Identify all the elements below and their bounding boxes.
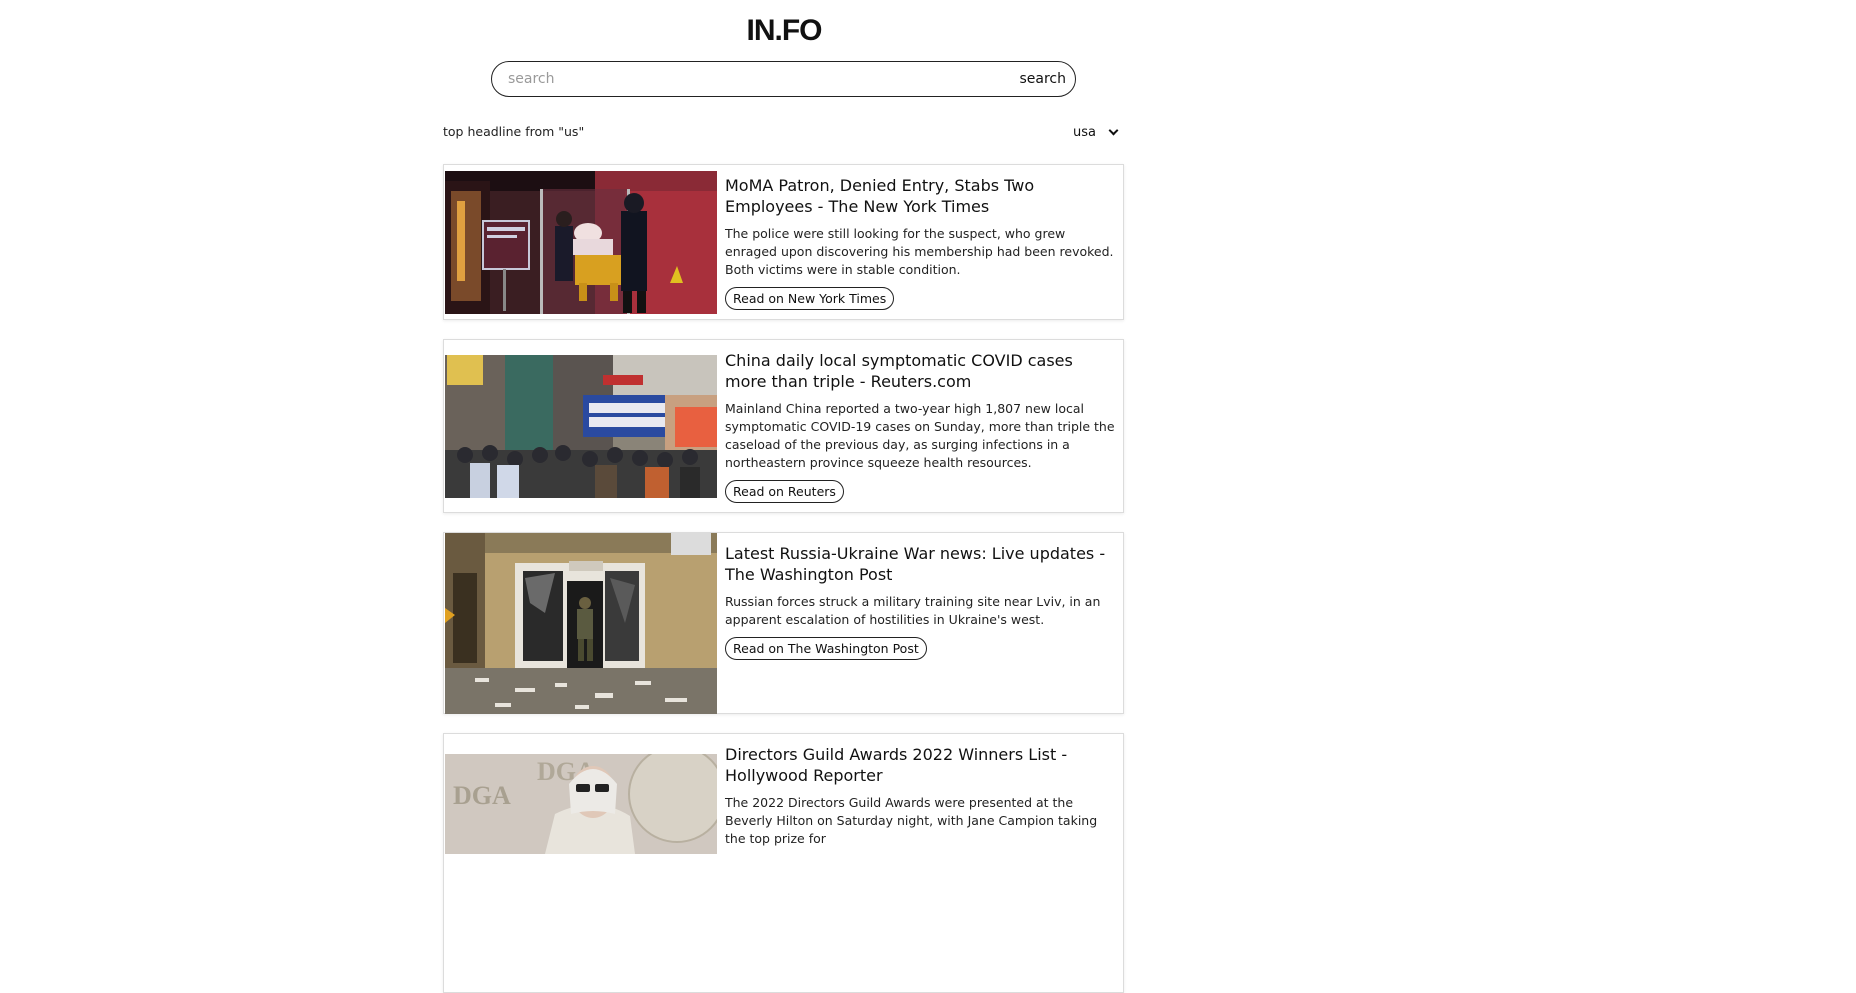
article-body: Directors Guild Awards 2022 Winners List…: [725, 744, 1115, 848]
article-title[interactable]: China daily local symptomatic COVID case…: [725, 350, 1115, 392]
article-card: DGA DGA Directors Guild Awards 2022 Winn…: [443, 733, 1124, 993]
site-logo[interactable]: IN.FO: [0, 14, 1568, 48]
article-description: The 2022 Directors Guild Awards were pre…: [725, 795, 1098, 846]
article-body: MoMA Patron, Denied Entry, Stabs Two Emp…: [725, 175, 1115, 310]
search-button[interactable]: search: [1019, 71, 1066, 87]
headline-source-label: top headline from "us": [443, 124, 585, 139]
article-body: China daily local symptomatic COVID case…: [725, 350, 1115, 503]
article-card: MoMA Patron, Denied Entry, Stabs Two Emp…: [443, 164, 1124, 320]
read-more-button[interactable]: Read on The Washington Post: [725, 637, 927, 660]
search-bar: search: [491, 61, 1076, 97]
article-description: Russian forces struck a military trainin…: [725, 594, 1101, 627]
article-card: China daily local symptomatic COVID case…: [443, 339, 1124, 513]
read-more-button[interactable]: Read on Reuters: [725, 480, 844, 503]
article-title[interactable]: Latest Russia-Ukraine War news: Live upd…: [725, 543, 1115, 585]
article-thumbnail[interactable]: [445, 355, 717, 498]
search-input[interactable]: [508, 71, 1020, 87]
article-body: Latest Russia-Ukraine War news: Live upd…: [725, 543, 1115, 660]
chevron-down-icon: [1108, 125, 1119, 136]
article-description: Mainland China reported a two-year high …: [725, 401, 1115, 470]
article-card: Latest Russia-Ukraine War news: Live upd…: [443, 532, 1124, 714]
article-description: The police were still looking for the su…: [725, 226, 1114, 277]
article-thumbnail[interactable]: [445, 171, 717, 314]
article-thumbnail[interactable]: DGA DGA: [445, 754, 717, 854]
article-title[interactable]: MoMA Patron, Denied Entry, Stabs Two Emp…: [725, 175, 1115, 217]
read-more-button[interactable]: Read on New York Times: [725, 287, 895, 310]
country-select-value: usa: [1073, 125, 1096, 140]
article-thumbnail[interactable]: [445, 533, 717, 714]
dga-logo-text: DGA: [453, 781, 511, 810]
country-select[interactable]: usa: [1073, 125, 1119, 140]
article-title[interactable]: Directors Guild Awards 2022 Winners List…: [725, 744, 1115, 786]
